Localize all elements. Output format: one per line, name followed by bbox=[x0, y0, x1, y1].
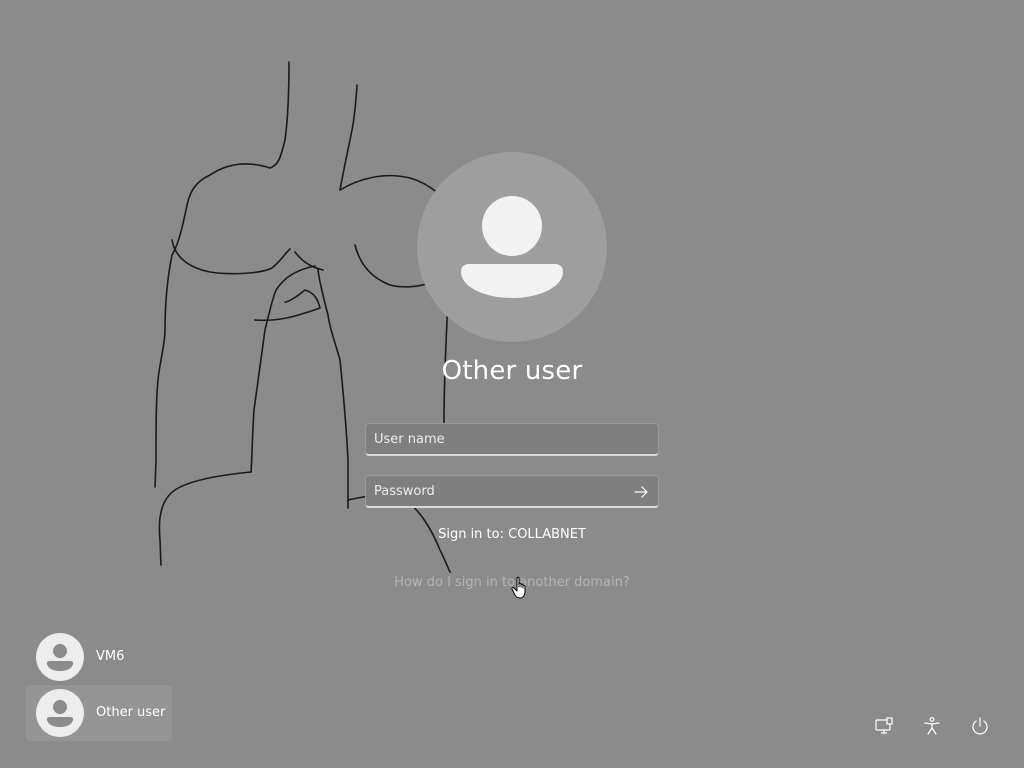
power-button[interactable] bbox=[966, 712, 994, 740]
sign-in-domain-text: Sign in to: COLLABNET bbox=[438, 527, 586, 542]
accessibility-icon bbox=[924, 717, 940, 735]
password-field-container bbox=[365, 475, 659, 508]
network-button[interactable] bbox=[870, 712, 898, 740]
person-icon bbox=[47, 644, 73, 671]
network-icon bbox=[875, 717, 893, 734]
accessibility-button[interactable] bbox=[918, 712, 946, 740]
selected-user-name: Other user bbox=[441, 356, 583, 386]
user-avatar-large bbox=[417, 152, 607, 342]
user-avatar-small bbox=[36, 633, 84, 681]
arrow-right-icon bbox=[634, 486, 648, 498]
user-item-label: VM6 bbox=[96, 649, 125, 664]
username-input[interactable] bbox=[366, 424, 658, 454]
username-field-container bbox=[365, 423, 659, 456]
user-item-other-user[interactable]: Other user bbox=[26, 685, 172, 741]
power-icon bbox=[972, 717, 988, 735]
user-item-vm6[interactable]: VM6 bbox=[26, 629, 172, 685]
lock-screen: Other user Sign in to: COLLABNET How do … bbox=[0, 0, 1024, 768]
user-avatar-small bbox=[36, 689, 84, 737]
user-item-label: Other user bbox=[96, 705, 166, 720]
submit-button[interactable] bbox=[632, 483, 650, 501]
hand-cursor-icon bbox=[511, 576, 526, 599]
person-icon bbox=[461, 196, 563, 298]
password-input[interactable] bbox=[366, 476, 658, 506]
person-icon bbox=[47, 700, 73, 727]
